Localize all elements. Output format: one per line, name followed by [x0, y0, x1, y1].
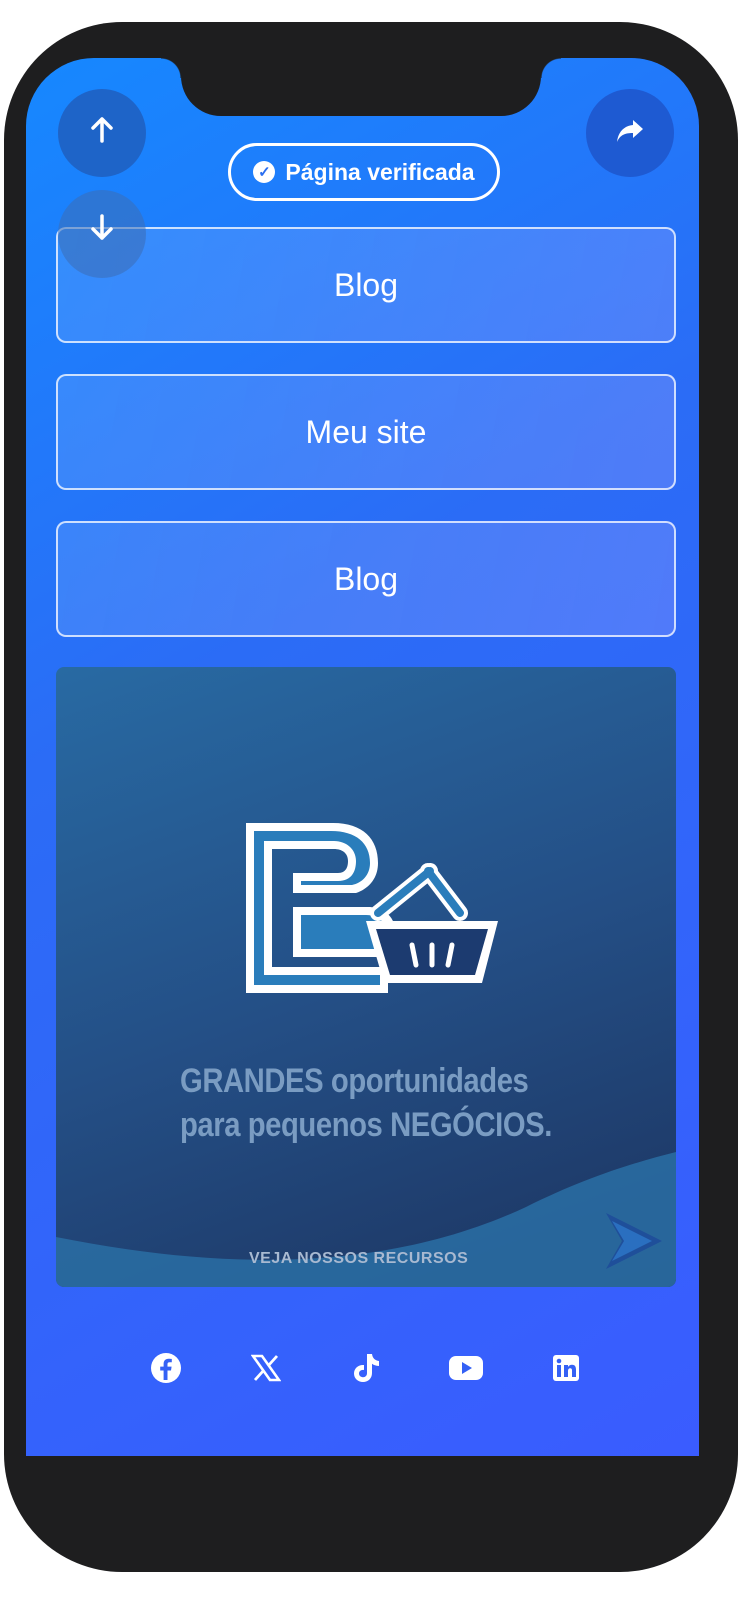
facebook-icon[interactable] [146, 1348, 186, 1388]
youtube-icon[interactable] [446, 1348, 486, 1388]
arrow-down-icon [89, 210, 115, 250]
bottom-bezel [26, 1456, 699, 1494]
share-button[interactable] [586, 89, 674, 177]
link-button-blog-2[interactable]: Blog [56, 521, 676, 637]
tiktok-icon[interactable] [346, 1348, 386, 1388]
verified-badge: ✓ Página verificada [228, 143, 500, 201]
share-arrow-icon [615, 113, 645, 153]
play-arrow-icon [606, 1213, 662, 1269]
basket-logo-icon [246, 823, 498, 993]
promo-banner[interactable]: GRANDES oportunidades para pequenos NEGÓ… [56, 667, 676, 1287]
scroll-down-button[interactable] [58, 190, 146, 278]
link-label: Blog [333, 266, 399, 303]
banner-cta[interactable]: VEJA NOSSOS RECURSOS [249, 1250, 468, 1268]
x-icon[interactable] [246, 1348, 286, 1388]
linkedin-icon[interactable] [546, 1348, 586, 1388]
social-links [146, 1348, 586, 1388]
verified-label: Página verificada [285, 158, 475, 185]
link-label: Meu site [305, 413, 427, 450]
check-circle-icon: ✓ [253, 161, 276, 183]
notch [161, 58, 561, 116]
link-button-meu-site[interactable]: Meu site [56, 374, 676, 490]
link-button-blog[interactable]: Blog [56, 227, 676, 343]
banner-headline-line2: para pequenos NEGÓCIOS. [180, 1106, 552, 1144]
scroll-up-button[interactable] [58, 89, 146, 177]
arrow-up-icon [89, 113, 115, 153]
link-label: Blog [333, 560, 399, 597]
banner-headline: GRANDES oportunidades para pequenos NEGÓ… [180, 1059, 576, 1147]
banner-headline-line1: GRANDES oportunidades [180, 1062, 529, 1100]
